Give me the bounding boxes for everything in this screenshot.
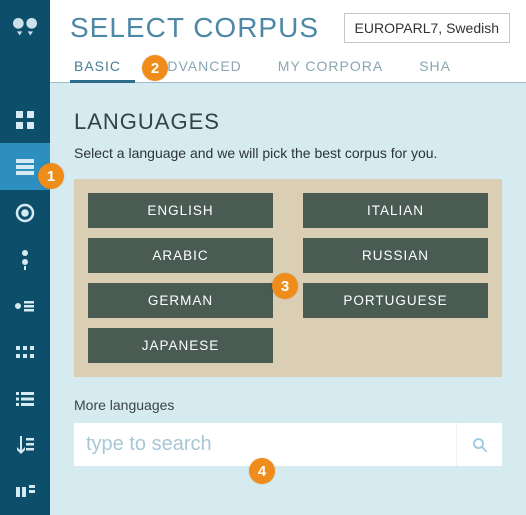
sidebar-item-wordlist[interactable]: [0, 283, 50, 329]
tab-my-corpora[interactable]: MY CORPORA: [274, 50, 387, 82]
lang-english[interactable]: ENGLISH: [88, 193, 273, 228]
app-logo-icon: [9, 10, 41, 42]
sidebar-item-ngrams[interactable]: [0, 329, 50, 375]
sidebar-item-sort[interactable]: [0, 422, 50, 468]
sidebar-item-target[interactable]: [0, 190, 50, 236]
callout-3: 3: [272, 273, 298, 299]
lang-arabic[interactable]: ARABIC: [88, 238, 273, 273]
tab-shared[interactable]: SHA: [415, 50, 455, 82]
callout-1: 1: [38, 163, 64, 189]
callout-4: 4: [249, 458, 275, 484]
sidebar-item-thesaurus[interactable]: [0, 236, 50, 282]
sidebar-item-keywords[interactable]: [0, 376, 50, 422]
search-icon: [471, 436, 489, 454]
tab-basic[interactable]: BASIC: [70, 50, 125, 82]
lang-italian[interactable]: ITALIAN: [303, 193, 488, 228]
search-row: [74, 423, 502, 466]
header: SELECT CORPUS EUROPARL7, Swedish: [50, 0, 526, 50]
more-languages-label: More languages: [74, 397, 502, 413]
corpus-selector[interactable]: EUROPARL7, Swedish: [344, 13, 510, 43]
page-title: SELECT CORPUS: [70, 12, 328, 44]
lang-russian[interactable]: RUSSIAN: [303, 238, 488, 273]
search-button[interactable]: [456, 423, 502, 466]
lang-portuguese[interactable]: PORTUGUESE: [303, 283, 488, 318]
content-panel: LANGUAGES Select a language and we will …: [50, 83, 526, 515]
section-heading: LANGUAGES: [74, 109, 502, 135]
tabs: BASIC ADVANCED MY CORPORA SHA: [50, 50, 526, 83]
main: SELECT CORPUS EUROPARL7, Swedish BASIC A…: [50, 0, 526, 515]
lang-german[interactable]: GERMAN: [88, 283, 273, 318]
sidebar: [0, 0, 50, 515]
lang-japanese[interactable]: JAPANESE: [88, 328, 273, 363]
sidebar-item-more[interactable]: [0, 469, 50, 515]
section-description: Select a language and we will pick the b…: [74, 145, 502, 161]
callout-2: 2: [142, 55, 168, 81]
sidebar-item-dashboard[interactable]: [0, 97, 50, 143]
